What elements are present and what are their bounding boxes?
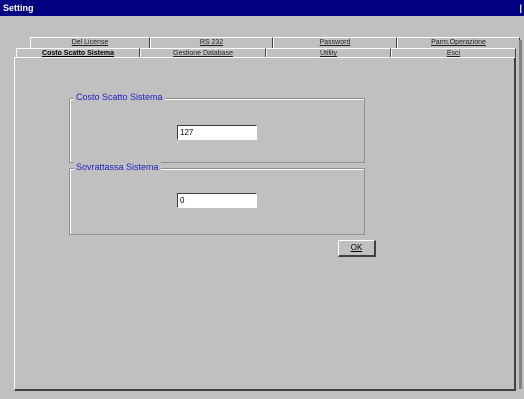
sovrattassa-input[interactable]: 0 bbox=[177, 193, 257, 208]
costo-scatto-input[interactable]: 127 bbox=[177, 125, 257, 140]
close-icon[interactable]: | bbox=[519, 0, 522, 16]
tab-label: Password bbox=[319, 39, 351, 46]
sovrattassa-group-title: Sovrattassa Sistema bbox=[74, 162, 161, 172]
tab-parm-operazione[interactable]: Parm.Operazione bbox=[397, 37, 520, 48]
tab-rs232[interactable]: RS 232 bbox=[150, 37, 273, 48]
tab-label: Del License bbox=[71, 39, 109, 46]
tab-label: RS 232 bbox=[199, 39, 224, 46]
title-bar[interactable]: Setting | bbox=[0, 0, 524, 16]
tab-label: Parm.Operazione bbox=[431, 39, 486, 46]
window-title: Setting bbox=[3, 3, 34, 13]
tab-password[interactable]: Password bbox=[273, 37, 397, 48]
tab-label: Gestione Database bbox=[173, 50, 233, 57]
tab-label: Utility bbox=[319, 50, 338, 57]
tab-label: Esci bbox=[446, 50, 461, 57]
tab-panel: Costo Scatto Sistema 127 Sovrattassa Sis… bbox=[14, 57, 516, 391]
frame-edge bbox=[519, 40, 522, 389]
tab-label: Costo Scatto Sistema bbox=[42, 50, 114, 57]
costo-scatto-group-title: Costo Scatto Sistema bbox=[74, 92, 165, 102]
ok-button[interactable]: OK bbox=[338, 240, 376, 257]
tab-del-license[interactable]: Del License bbox=[30, 37, 150, 48]
settings-window: Setting | Del License RS 232 Password Pa… bbox=[0, 0, 524, 399]
